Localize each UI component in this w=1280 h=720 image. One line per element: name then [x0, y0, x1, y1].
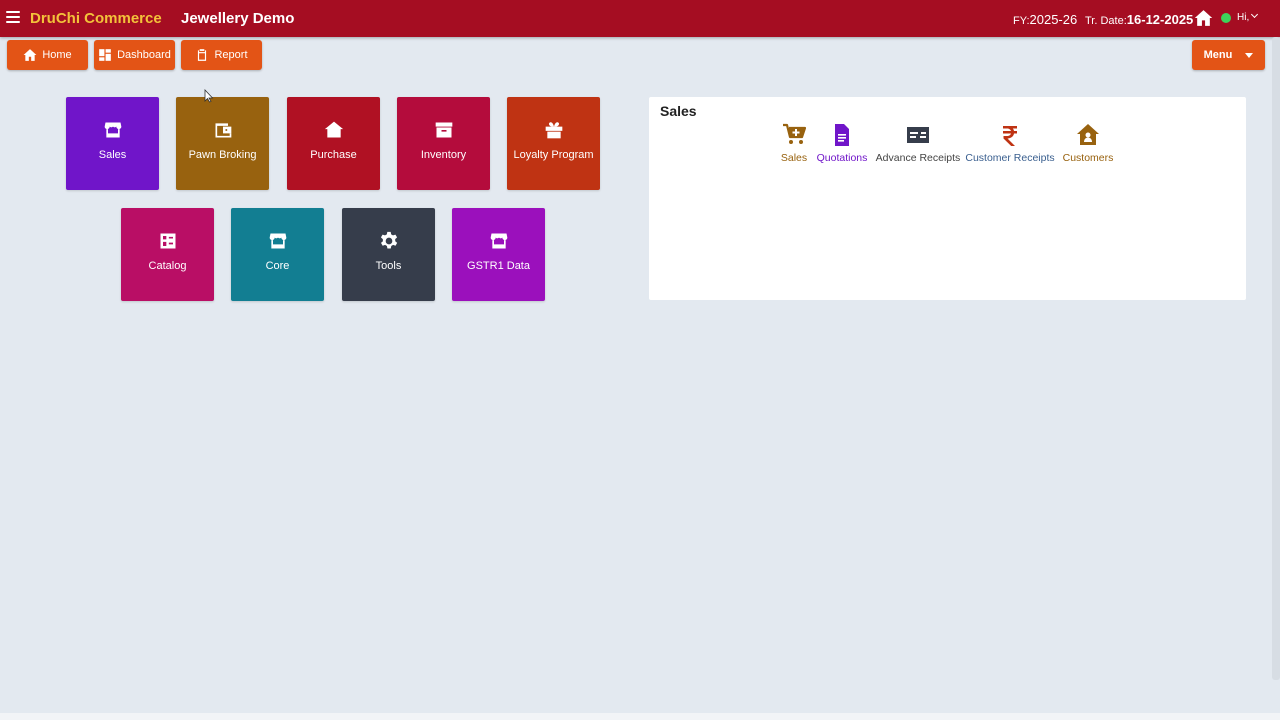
top-bar: DruChi Commerce Jewellery Demo FY:2025-2…	[0, 0, 1280, 37]
transaction-date: Tr. Date:16-12-2025	[1085, 12, 1193, 27]
quick-link-label: Quotations	[816, 152, 868, 164]
brand-name[interactable]: DruChi Commerce	[30, 10, 162, 27]
quick-link-advance-receipts[interactable]: Advance Receipts	[868, 123, 968, 164]
chevron-down-icon	[1251, 10, 1259, 19]
tile-pawn-broking[interactable]: Pawn Broking	[176, 97, 269, 190]
tile-label: Pawn Broking	[188, 149, 257, 161]
tile-loyalty-program[interactable]: Loyalty Program	[507, 97, 600, 190]
tile-inventory[interactable]: Inventory	[397, 97, 490, 190]
report-button-label: Report	[214, 49, 248, 61]
dashboard-icon	[99, 49, 111, 61]
mouse-cursor-icon	[204, 89, 214, 103]
quick-link-label: Advance Receipts	[875, 152, 961, 164]
tile-core[interactable]: Core	[231, 208, 324, 301]
archive-icon	[435, 122, 452, 138]
tile-label: GSTR1 Data	[467, 260, 530, 272]
quick-link-label: Customers	[1062, 152, 1114, 164]
tile-label: Catalog	[148, 260, 187, 272]
tile-label: Core	[265, 260, 290, 272]
transaction-date-value: 16-12-2025	[1126, 12, 1194, 27]
catalog-icon	[160, 233, 175, 249]
scrollbar[interactable]	[1272, 37, 1280, 680]
tile-purchase[interactable]: Purchase	[287, 97, 380, 190]
panel-title: Sales	[660, 103, 697, 119]
menu-button-label: Menu	[1203, 49, 1233, 61]
organization-name: Jewellery Demo	[181, 10, 295, 27]
bottom-strip	[0, 713, 1280, 720]
document-icon	[835, 124, 849, 146]
sales-panel: Sales Sales Quotations Advance Receipts Cus…	[649, 97, 1246, 300]
tile-catalog[interactable]: Catalog	[121, 208, 214, 301]
report-button[interactable]: Report	[181, 40, 262, 70]
dashboard-button-label: Dashboard	[117, 49, 171, 61]
home-icon[interactable]	[1194, 9, 1213, 27]
gift-icon	[545, 122, 562, 139]
tile-label: Inventory	[420, 149, 467, 161]
tile-label: Purchase	[310, 149, 357, 161]
financial-year-label: FY:	[1013, 15, 1030, 27]
store-icon	[104, 122, 121, 138]
user-menu[interactable]: Hi,	[1237, 10, 1259, 23]
home-icon	[23, 49, 37, 61]
online-status-indicator	[1221, 13, 1231, 23]
financial-year-value: 2025-26	[1029, 12, 1078, 27]
dashboard-button[interactable]: Dashboard	[94, 40, 175, 70]
rupee-icon	[1003, 126, 1017, 146]
home-button[interactable]: Home	[7, 40, 88, 70]
caret-down-icon	[1245, 52, 1254, 58]
hamburger-menu-icon[interactable]	[6, 11, 20, 25]
house-user-icon	[1077, 124, 1099, 145]
menu-button[interactable]: Menu	[1192, 40, 1265, 70]
home-button-label: Home	[42, 49, 72, 61]
house-cart-icon	[324, 121, 343, 138]
tile-sales[interactable]: Sales	[66, 97, 159, 190]
tile-label: Tools	[375, 260, 402, 272]
id-card-icon	[907, 127, 929, 143]
transaction-date-label: Tr. Date:	[1085, 15, 1127, 27]
wallet-icon	[215, 123, 231, 138]
clipboard-icon	[198, 49, 207, 61]
tile-label: Sales	[98, 149, 127, 161]
tile-label: Loyalty Program	[513, 149, 594, 161]
store-icon	[269, 233, 286, 249]
store-icon	[490, 233, 507, 249]
gear-icon	[380, 231, 397, 249]
tile-tools[interactable]: Tools	[342, 208, 435, 301]
tile-gstr1-data[interactable]: GSTR1 Data	[452, 208, 545, 301]
financial-year: FY:2025-26	[1013, 12, 1077, 27]
quick-link-customers[interactable]: Customers	[1038, 123, 1138, 164]
user-greeting: Hi,	[1237, 12, 1250, 23]
